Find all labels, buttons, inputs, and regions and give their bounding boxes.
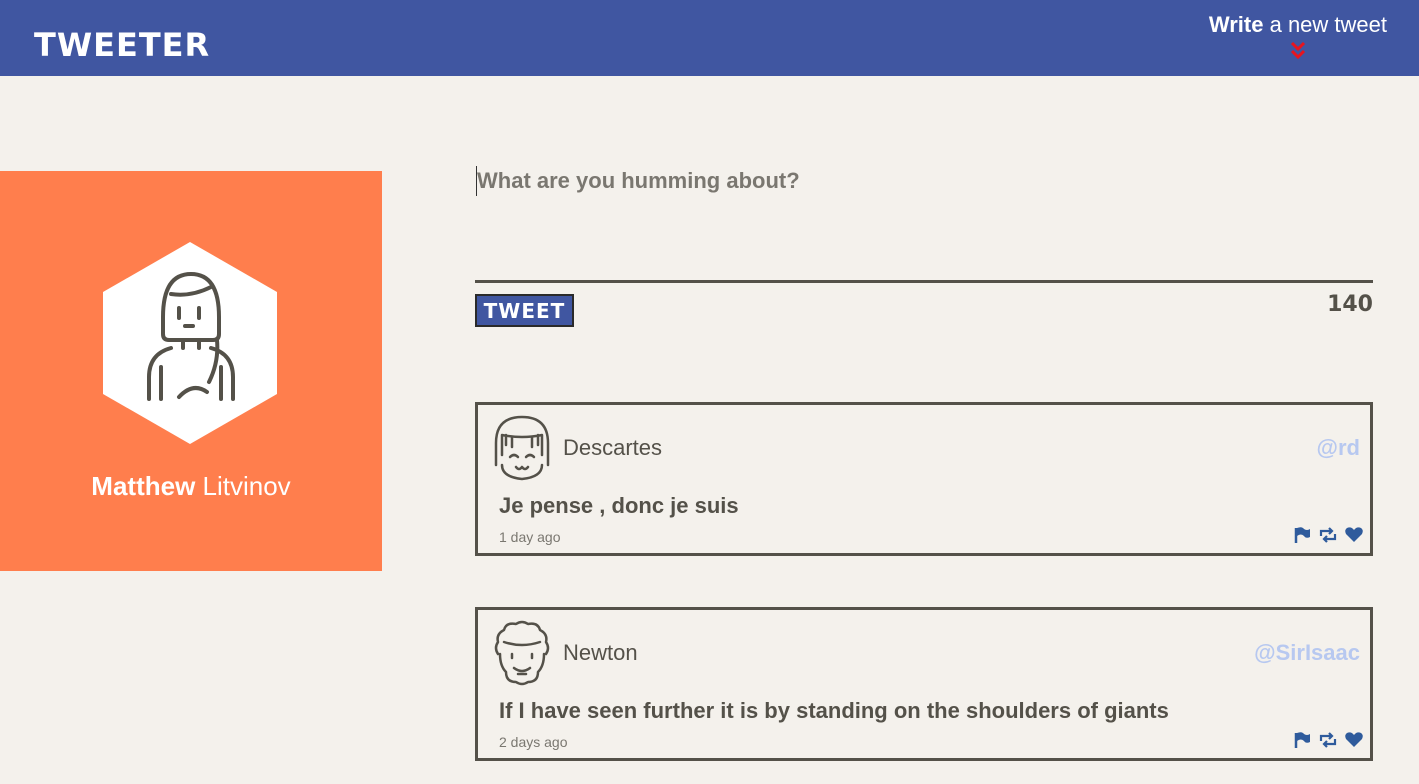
flag-icon[interactable] (1292, 526, 1312, 544)
retweet-icon[interactable] (1318, 731, 1338, 749)
text-caret (476, 166, 477, 196)
tweet-card: Descartes @rd Je pense , donc je suis 1 … (475, 402, 1373, 556)
tweet-content: If I have seen further it is by standing… (499, 698, 1169, 723)
compose-label-rest: a new tweet (1263, 12, 1387, 37)
compose-toggle[interactable]: Write a new tweet (1209, 12, 1387, 38)
tweet-author-name: Descartes (563, 435, 663, 460)
newton-avatar-icon (494, 620, 550, 686)
brand-logo[interactable]: TWEETER (34, 27, 210, 63)
compose-label-bold: Write (1208, 12, 1264, 37)
char-counter: 140 (1327, 292, 1373, 317)
tweet-content: Je pense , donc je suis (499, 493, 739, 518)
profile-first-name: Matthew (91, 471, 196, 501)
composer-divider (475, 280, 1373, 283)
tweet-author-name: Newton (563, 640, 638, 665)
descartes-avatar-icon (494, 415, 550, 481)
retweet-icon[interactable] (1318, 526, 1338, 544)
top-nav: TWEETER Write a new tweet (0, 0, 1419, 76)
heart-icon[interactable] (1344, 526, 1364, 544)
profile-name: Matthew Litvinov (0, 470, 382, 502)
flag-icon[interactable] (1292, 731, 1312, 749)
tweet-submit-button[interactable]: TWEET (475, 294, 574, 327)
tweet-timestamp: 1 day ago (499, 529, 561, 545)
tweet-actions (1292, 731, 1364, 749)
tweet-author-handle[interactable]: @rd (1317, 435, 1360, 461)
tweet-timestamp: 2 days ago (499, 734, 568, 750)
tweet-author-handle[interactable]: @SirIsaac (1254, 640, 1360, 666)
heart-icon[interactable] (1344, 731, 1364, 749)
profile-last-name: Litvinov (195, 471, 291, 501)
tweet-card: Newton @SirIsaac If I have seen further … (475, 607, 1373, 761)
tweet-actions (1292, 526, 1364, 544)
user-avatar-icon (103, 242, 277, 444)
double-chevron-down-icon[interactable] (1289, 40, 1307, 62)
tweet-input[interactable] (475, 166, 1373, 280)
